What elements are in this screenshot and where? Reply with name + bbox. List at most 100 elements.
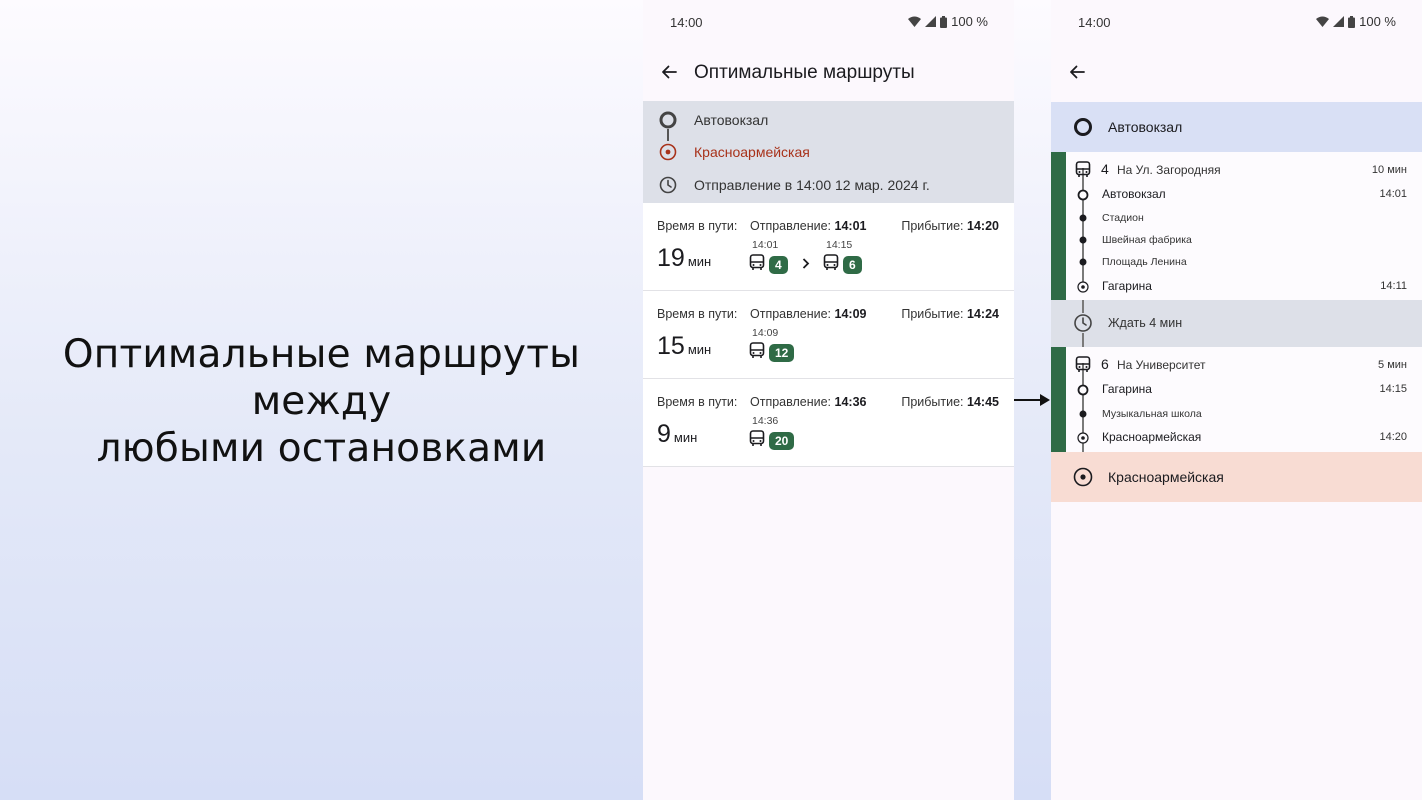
end-stop-name: Красноармейская (1108, 469, 1224, 485)
status-time: 14:00 (1078, 15, 1111, 30)
stop-time: 14:15 (1379, 383, 1407, 395)
origin-circle-icon (658, 110, 678, 130)
stop-row: Гагарина 14:11 (1051, 278, 1422, 296)
page-title: Оптимальные маршруты (694, 62, 915, 83)
route-leg: 14:09 12 (749, 327, 795, 364)
leg-time: 14:15 (826, 239, 853, 251)
route-search-summary[interactable]: Автовокзал Красноармейская Отправление в… (643, 101, 1014, 203)
travel-duration: 19 мин (657, 244, 711, 273)
leg-duration: 5 мин (1378, 359, 1407, 371)
arrival-label: Прибытие: (901, 395, 964, 409)
duration-unit: мин (673, 430, 698, 445)
stop-row: Музыкальная школа (1051, 405, 1422, 423)
signal-icon (1333, 16, 1345, 27)
duration-unit: мин (687, 342, 712, 357)
stop-row: Гагарина 14:15 (1051, 381, 1422, 399)
travel-duration: 9 мин (657, 420, 697, 449)
stop-name: Стадион (1102, 212, 1144, 224)
chevron-right-icon (802, 256, 810, 272)
status-bar: 14:00 100 % (1051, 0, 1422, 44)
leg-time: 14:09 (752, 327, 779, 339)
back-button[interactable] (1063, 58, 1091, 86)
status-indicators: 100 % (908, 14, 988, 29)
departure-time-row[interactable]: Отправление в 14:00 12 мар. 2024 г. (643, 173, 1014, 197)
stop-dot-icon (1076, 255, 1090, 269)
route-leg: 14:15 6 (823, 239, 862, 276)
route-leg: 14:01 4 (749, 239, 788, 276)
travel-duration: 15 мин (657, 332, 711, 361)
departure-label: Отправление: (750, 219, 832, 233)
alight-stop-icon (1076, 280, 1090, 294)
promo-headline: Оптимальные маршруты между любыми остано… (0, 0, 643, 800)
route-number-badge: 20 (769, 432, 795, 450)
phone-screen-itinerary: 14:00 100 % Автовокзал 4 На Ул. Загородн… (1051, 0, 1422, 800)
arrival-time: 14:24 (967, 307, 999, 321)
origin-stop: Автовокзал (694, 112, 769, 128)
promo-line-2: между (251, 378, 392, 424)
route-card[interactable]: Время в пути: 15 мин Отправление: 14:09 П… (643, 291, 1014, 379)
itinerary-leg[interactable]: 6 На Университет 5 мин Гагарина 14:15 Му… (1051, 347, 1422, 452)
signal-icon (925, 16, 937, 27)
stop-row: Площадь Ленина (1051, 253, 1422, 271)
status-time: 14:00 (670, 15, 703, 30)
battery-percent: 100 % (1359, 14, 1396, 29)
route-number-badge: 6 (843, 256, 862, 274)
start-stop-name: Автовокзал (1108, 119, 1183, 135)
leg-header: 6 На Университет 5 мин (1051, 355, 1422, 375)
stop-row: Швейная фабрика (1051, 231, 1422, 249)
stop-name: Швейная фабрика (1102, 234, 1192, 246)
origin-circle-icon (1073, 117, 1093, 137)
stop-time: 14:20 (1379, 431, 1407, 443)
destination-row[interactable]: Красноармейская (643, 140, 1014, 164)
arrival-label: Прибытие: (901, 219, 964, 233)
alight-stop-icon (1076, 431, 1090, 445)
arrival-info: Прибытие: 14:24 (901, 307, 999, 321)
route-card[interactable]: Время в пути: 9 мин Отправление: 14:36 Пр… (643, 379, 1014, 467)
origin-row[interactable]: Автовокзал (643, 108, 1014, 132)
stop-name: Гагарина (1102, 279, 1152, 293)
arrival-label: Прибытие: (901, 307, 964, 321)
itinerary-leg[interactable]: 4 На Ул. Загородняя 10 мин Автовокзал 14… (1051, 152, 1422, 300)
stop-time: 14:01 (1379, 188, 1407, 200)
stop-name: Гагарина (1102, 382, 1152, 396)
stop-dot-icon (1076, 211, 1090, 225)
leg-time: 14:01 (752, 239, 779, 251)
duration-unit: мин (687, 254, 712, 269)
travel-time-label: Время в пути: (657, 395, 738, 409)
battery-icon (1348, 15, 1356, 28)
status-indicators: 100 % (1316, 14, 1396, 29)
stop-row: Красноармейская 14:20 (1051, 429, 1422, 447)
stop-dot-icon (1076, 407, 1090, 421)
clock-icon (1073, 313, 1093, 338)
arrow-back-icon (662, 65, 677, 79)
departure-datetime: Отправление в 14:00 12 мар. 2024 г. (694, 177, 930, 193)
stop-name: Площадь Ленина (1102, 256, 1187, 268)
leg-route-number: 6 (1101, 356, 1109, 372)
battery-icon (940, 15, 948, 28)
wifi-icon (1316, 16, 1330, 27)
duration-value: 15 (657, 332, 685, 360)
bus-icon (1075, 356, 1091, 378)
bus-icon (749, 430, 765, 452)
route-card[interactable]: Время в пути: 19 мин Отправление: 14:01 П… (643, 203, 1014, 291)
arrival-time: 14:45 (967, 395, 999, 409)
back-button[interactable] (655, 58, 683, 86)
departure-time: 14:36 (834, 395, 867, 409)
departure-label: Отправление: (750, 395, 832, 409)
departure-info: Отправление: 14:01 (750, 219, 867, 233)
departure-time: 14:09 (834, 307, 867, 321)
bus-icon (1075, 161, 1091, 183)
stop-dot-icon (1076, 233, 1090, 247)
wifi-icon (908, 16, 922, 27)
promo-line-1: Оптимальные маршруты (62, 331, 581, 377)
route-list: Время в пути: 19 мин Отправление: 14:01 П… (643, 203, 1014, 467)
route-leg: 14:36 20 (749, 415, 795, 452)
arrow-right-icon (1014, 394, 1050, 406)
destination-target-icon (1073, 467, 1093, 487)
leg-direction: На Ул. Загородняя (1117, 163, 1221, 177)
departure-info: Отправление: 14:36 (750, 395, 867, 409)
promo-line-3: любыми остановками (96, 425, 547, 471)
stop-name: Автовокзал (1102, 187, 1166, 201)
board-stop-icon (1076, 383, 1090, 397)
travel-time-label: Время в пути: (657, 219, 738, 233)
